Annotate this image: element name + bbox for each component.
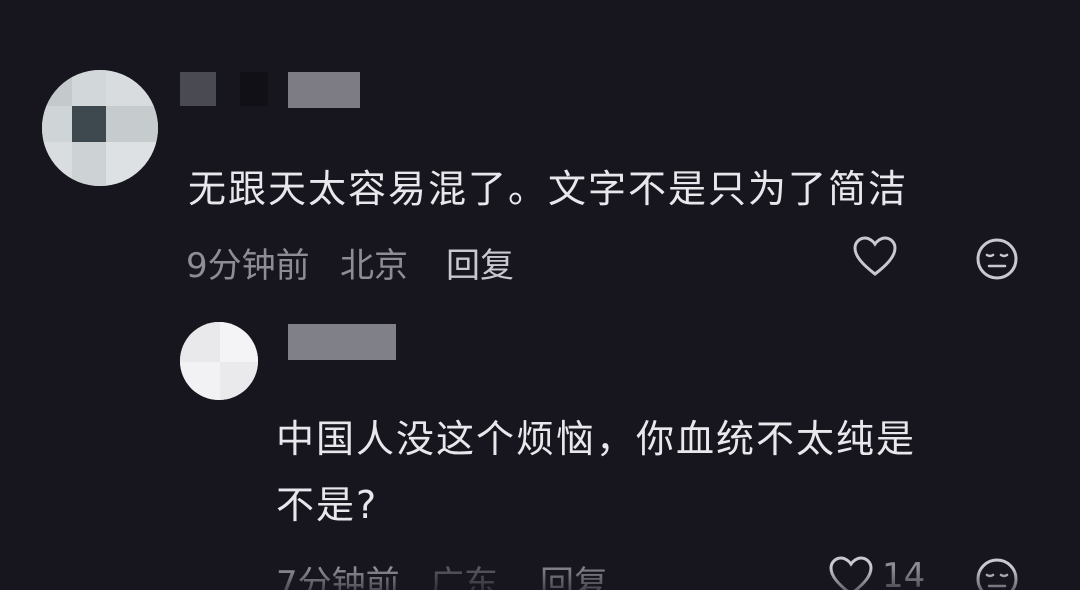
avatar[interactable] [42,70,158,186]
username[interactable] [288,324,396,360]
username[interactable] [180,72,360,108]
comment-text: 中国人没这个烦恼，你血统不太纯是 [276,417,917,461]
comment-text-continued: 不是? [276,483,379,527]
reply-button[interactable]: 回复 [446,238,514,287]
comment-time: 9分钟前 [186,246,310,286]
bottom-fade [0,568,1080,590]
comment-location: 北京 [340,246,408,286]
comment-text: 无跟天太容易混了。文字不是只为了简洁 [188,167,909,211]
avatar[interactable] [180,322,258,400]
meh-face-icon[interactable] [974,236,1020,286]
comment-thread: 无跟天太容易混了。文字不是只为了简洁 9分钟前 北京 回复 中国人没这个烦恼，你… [0,0,1080,590]
heart-icon[interactable] [852,236,898,282]
